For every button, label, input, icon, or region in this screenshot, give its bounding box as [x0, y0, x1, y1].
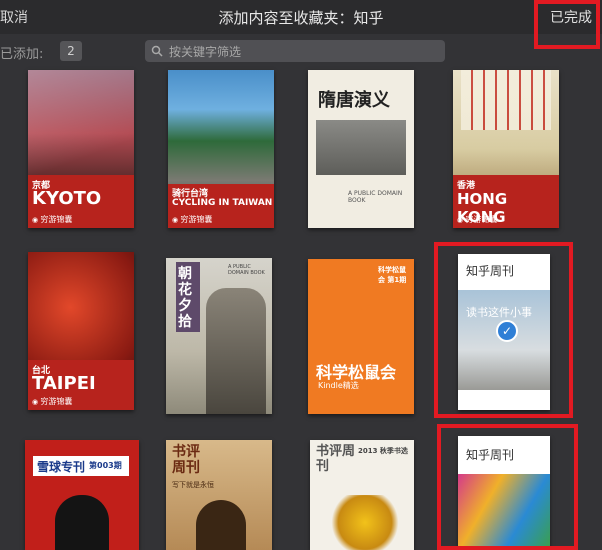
added-count-badge: 2: [60, 41, 82, 61]
book-subtitle: A PUBLIC DOMAIN BOOK: [228, 264, 265, 276]
filter-bar: 已添加: 2 按关键字筛选: [0, 34, 602, 66]
book-headline: 写下就是永恒: [172, 481, 214, 489]
book-title-en: CYCLING IN TAIWAN: [172, 198, 273, 208]
book-kyoto[interactable]: 京都 KYOTO 穷游锦囊: [28, 70, 134, 228]
second-highlight-box: [437, 424, 578, 550]
book-magazine: 书评周刊: [316, 444, 356, 474]
book-title: 隋唐演义: [318, 90, 390, 111]
book-title: 朝花夕拾: [178, 266, 192, 330]
book-publisher: 穷游锦囊: [32, 214, 72, 225]
book-cycling-taiwan[interactable]: 骑行台湾 CYCLING IN TAIWAN 穷游锦囊: [168, 70, 274, 228]
book-subtitle: Kindle精选: [318, 381, 359, 390]
book-science-squirrel[interactable]: 科学松鼠会 第1期 科学松鼠会 Kindle精选: [308, 259, 414, 414]
book-publisher: 穷游锦囊: [32, 396, 72, 407]
search-placeholder: 按关键字筛选: [169, 45, 242, 59]
book-hong-kong[interactable]: 香港 HONG KONG 穷游锦囊: [453, 70, 559, 228]
search-input[interactable]: 按关键字筛选: [145, 40, 445, 62]
book-zhaohua-xishi[interactable]: 朝花夕拾 A PUBLIC DOMAIN BOOK: [166, 258, 272, 414]
book-badge: 科学松鼠会 第1期: [378, 266, 407, 284]
book-title: 雪球专刊: [37, 460, 86, 474]
book-city-en: KYOTO: [32, 188, 102, 209]
book-issue: 第003期: [89, 461, 122, 470]
book-subtitle: A PUBLIC DOMAIN BOOK: [348, 190, 403, 204]
book-book-review-weekly[interactable]: 书评周刊 写下就是永恒: [166, 440, 272, 550]
search-icon: [151, 45, 163, 57]
top-bar: 取消 添加内容至收藏夹：知乎 已完成: [0, 0, 602, 34]
book-publisher: 穷游锦囊: [457, 214, 497, 225]
book-city-en: TAIPEI: [32, 373, 96, 394]
page-title: 添加内容至收藏夹：知乎: [218, 9, 384, 27]
book-magazine: 书评周刊: [172, 444, 200, 476]
selected-highlight-box: [434, 242, 573, 418]
book-sui-tang[interactable]: 隋唐演义 A PUBLIC DOMAIN BOOK: [308, 70, 414, 228]
book-publisher: 穷游锦囊: [172, 214, 212, 225]
book-xueqiu[interactable]: 雪球专刊 第003期: [25, 440, 139, 550]
book-subtitle: 2013 秋季书选: [358, 447, 408, 455]
book-book-review-autumn[interactable]: 书评周刊 2013 秋季书选: [310, 440, 414, 550]
added-label: 已添加:: [0, 47, 44, 62]
book-taipei[interactable]: 台北 TAIPEI 穷游锦囊: [28, 252, 134, 410]
